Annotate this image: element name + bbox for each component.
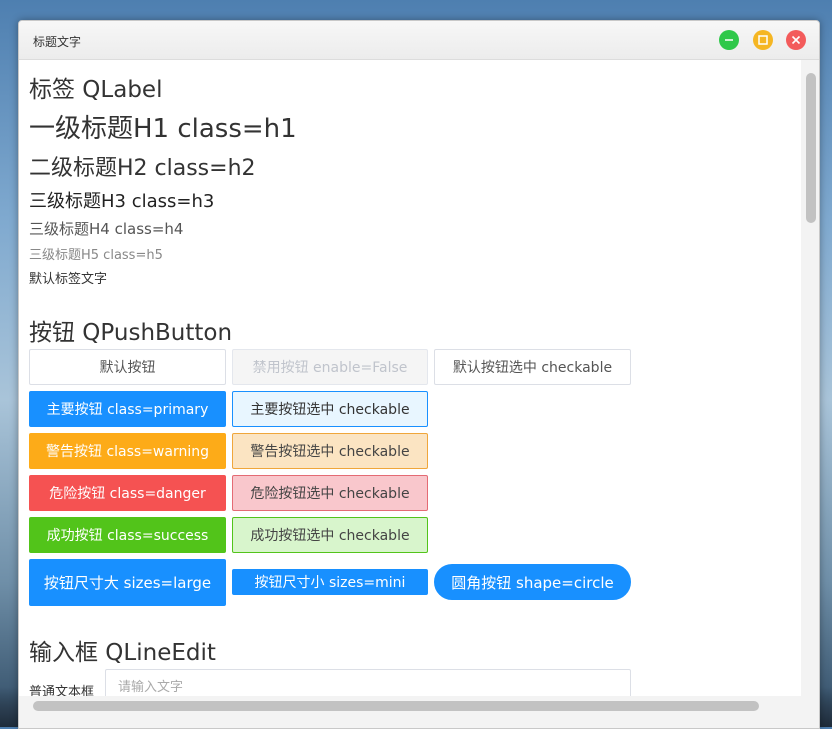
close-button[interactable] <box>786 30 806 50</box>
minimize-icon <box>725 39 733 41</box>
label-h4: 三级标题H4 class=h4 <box>29 220 184 238</box>
label-h1: 一级标题H1 class=h1 <box>29 114 297 144</box>
warning-button[interactable]: 警告按钮 class=warning <box>29 433 226 469</box>
success-checkable-button[interactable]: 成功按钮选中 checkable <box>232 517 428 553</box>
normal-text-input[interactable] <box>105 669 631 696</box>
close-icon <box>791 35 801 45</box>
input-section-title: 输入框 QLineEdit <box>29 640 216 666</box>
horizontal-scrollbar[interactable] <box>19 696 819 728</box>
label-default: 默认标签文字 <box>29 272 108 287</box>
maximize-icon <box>758 35 768 45</box>
app-window: 标题文字 标签 QLabel 一级标题H1 class=h1 二级标题H2 cl… <box>18 20 820 729</box>
maximize-button[interactable] <box>753 30 773 50</box>
title-bar[interactable]: 标题文字 <box>19 21 819 60</box>
primary-button[interactable]: 主要按钮 class=primary <box>29 391 226 427</box>
window-title: 标题文字 <box>33 35 82 49</box>
warning-checkable-button[interactable]: 警告按钮选中 checkable <box>232 433 428 469</box>
large-button[interactable]: 按钮尺寸大 sizes=large <box>29 559 226 606</box>
circle-button[interactable]: 圆角按钮 shape=circle <box>434 564 631 600</box>
label-h5: 三级标题H5 class=h5 <box>29 248 163 263</box>
vertical-scrollbar[interactable] <box>801 60 819 696</box>
button-section-title: 按钮 QPushButton <box>29 320 233 346</box>
success-button[interactable]: 成功按钮 class=success <box>29 517 226 553</box>
danger-button[interactable]: 危险按钮 class=danger <box>29 475 226 511</box>
label-h3: 三级标题H3 class=h3 <box>29 191 215 212</box>
default-button[interactable]: 默认按钮 <box>29 349 226 385</box>
normal-input-label: 普通文本框 <box>29 685 95 696</box>
label-section-title: 标签 QLabel <box>29 77 163 103</box>
danger-checkable-button[interactable]: 危险按钮选中 checkable <box>232 475 428 511</box>
label-h2: 二级标题H2 class=h2 <box>29 156 256 181</box>
disabled-button: 禁用按钮 enable=False <box>232 349 428 385</box>
scroll-content: 标签 QLabel 一级标题H1 class=h1 二级标题H2 class=h… <box>19 60 801 696</box>
minimize-button[interactable] <box>719 30 739 50</box>
mini-button[interactable]: 按钮尺寸小 sizes=mini <box>232 569 428 595</box>
primary-checkable-button[interactable]: 主要按钮选中 checkable <box>232 391 428 427</box>
default-checkable-button[interactable]: 默认按钮选中 checkable <box>434 349 631 385</box>
vertical-scroll-thumb[interactable] <box>806 73 816 223</box>
horizontal-scroll-thumb[interactable] <box>33 701 759 711</box>
